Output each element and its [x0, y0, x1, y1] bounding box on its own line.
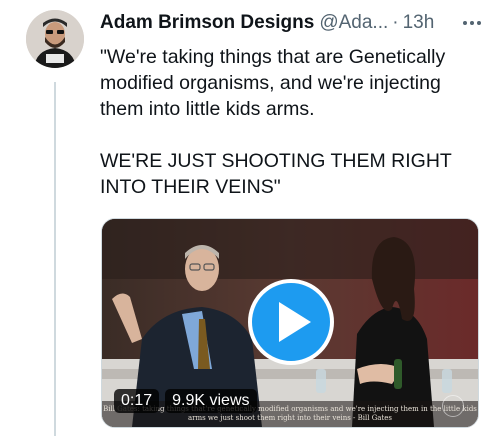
- channel-watermark-icon: [442, 395, 464, 417]
- tweet-text: "We're taking things that are Geneticall…: [100, 44, 484, 200]
- tweet-text-paragraph: "We're taking things that are Geneticall…: [100, 46, 446, 120]
- tweet-header: Adam Brimson Designs @Ada... · 13h: [100, 10, 486, 36]
- timestamp[interactable]: 13h: [403, 12, 435, 34]
- more-horizontal-icon[interactable]: [458, 10, 486, 36]
- video-player[interactable]: Bill Gates: taking things that're geneti…: [101, 218, 479, 428]
- avatar-image: [26, 10, 84, 68]
- play-button[interactable]: [248, 279, 334, 365]
- play-icon: [279, 302, 311, 342]
- video-duration: 0:17: [114, 389, 160, 413]
- video-meta: 0:17 9.9K views: [114, 389, 257, 413]
- avatar[interactable]: [26, 10, 84, 68]
- thread-line: [54, 82, 56, 436]
- display-name[interactable]: Adam Brimson Designs: [100, 12, 314, 34]
- video-views: 9.9K views: [165, 389, 257, 413]
- dot-separator: ·: [392, 12, 399, 33]
- tweet-text-paragraph: WE'RE JUST SHOOTING THEM RIGHT INTO THEI…: [100, 150, 452, 198]
- user-handle[interactable]: @Ada...: [319, 12, 388, 34]
